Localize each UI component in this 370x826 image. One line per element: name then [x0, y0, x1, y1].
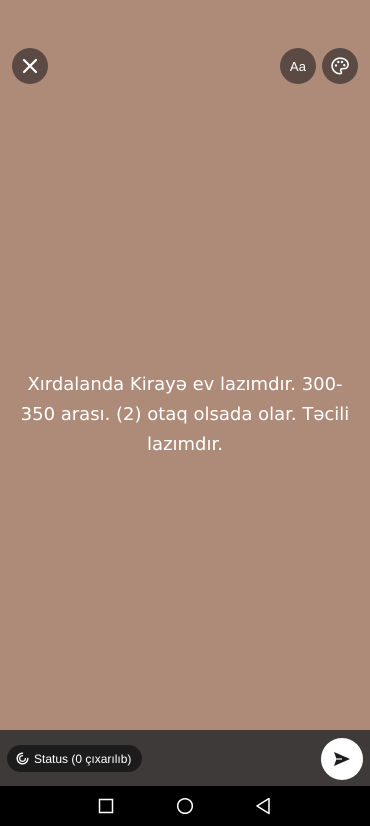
triangle-back-icon [256, 797, 270, 815]
close-button[interactable] [12, 48, 48, 84]
status-text[interactable]: Xırdalanda Kirayə ev lazımdır. 300-350 a… [20, 370, 350, 460]
background-color-button[interactable] [322, 48, 358, 84]
system-navigation-bar [0, 786, 370, 826]
audience-selector[interactable]: Status (0 çıxarılıb) [7, 745, 143, 772]
status-canvas[interactable]: Aa Xırdalanda Kirayə ev lazımdır. 300-35… [0, 0, 370, 730]
font-style-button[interactable]: Aa [280, 48, 316, 84]
home-button[interactable] [173, 794, 197, 818]
send-icon [334, 752, 350, 766]
audience-label: Status (0 çıxarılıb) [34, 751, 132, 766]
status-ring-icon [16, 752, 29, 765]
font-style-label: Aa [289, 58, 307, 74]
square-icon [98, 798, 114, 814]
status-composer-screen: Aa Xırdalanda Kirayə ev lazımdır. 300-35… [0, 0, 370, 826]
send-button[interactable] [321, 738, 363, 780]
recents-button[interactable] [94, 794, 118, 818]
close-icon [22, 58, 38, 74]
palette-icon [331, 57, 349, 75]
circle-icon [176, 797, 194, 815]
back-button[interactable] [251, 794, 275, 818]
